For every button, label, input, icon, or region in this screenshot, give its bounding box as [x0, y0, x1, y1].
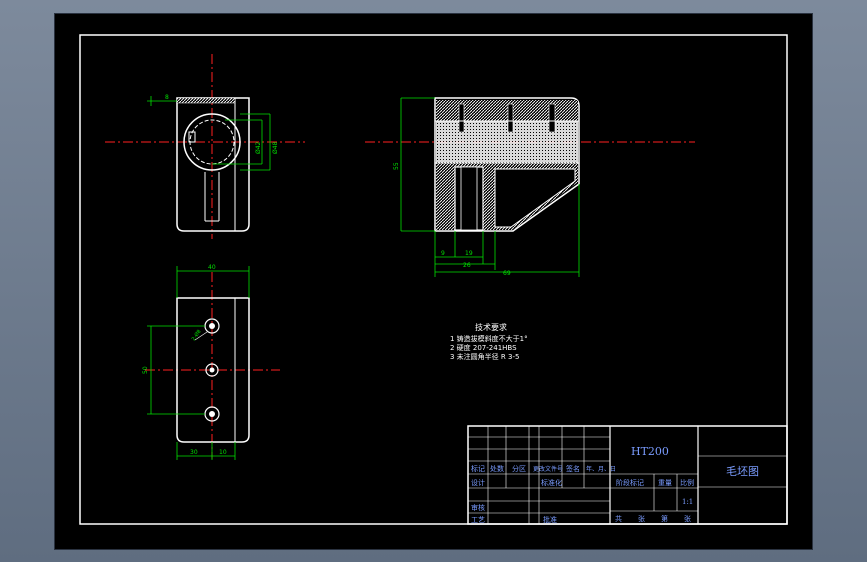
standardization-label: 标准化 — [541, 478, 562, 487]
dim-bore-b: Ø48 — [272, 141, 279, 154]
tech-notes-heading: 技术要求 — [475, 322, 507, 332]
outer-frame — [79, 34, 788, 525]
dim-right-offset: 10 — [219, 449, 227, 456]
drawing-canvas: 8 Ø42 Ø48 55 9 19 26 69 40 50 30 10 2-Ø8… — [79, 34, 788, 525]
dim-side-d1: 9 — [441, 250, 445, 257]
bottom-view: 40 50 30 10 2-Ø8 — [142, 264, 280, 460]
dim-bottom-width: 40 — [208, 264, 216, 271]
tech-note-2: 2 硬度 207-241HBS — [450, 343, 517, 352]
tech-note-3: 3 未注圆角半径 R 3-5 — [450, 352, 519, 361]
dim-side-height: 55 — [393, 162, 400, 170]
drawing-name: 毛坯图 — [726, 465, 759, 478]
hdr-mark: 标记 — [471, 464, 485, 473]
scale-value: 1:1 — [682, 498, 693, 506]
hdr-zone: 分区 — [512, 464, 526, 473]
hdr-change-doc: 更改文件号 — [533, 465, 563, 473]
dim-hole-spacing: 50 — [142, 366, 149, 374]
sheet-no: 第 — [661, 514, 668, 523]
dim-small-width: 8 — [165, 94, 169, 101]
scale-label: 比例 — [680, 478, 694, 487]
top-left-view: 8 Ø42 Ø48 — [105, 54, 305, 239]
sheet-unit-1: 张 — [638, 514, 645, 523]
cad-viewport[interactable]: 8 Ø42 Ø48 55 9 19 26 69 40 50 30 10 2-Ø8… — [55, 14, 812, 549]
tech-notes: 技术要求 1 铸造拔模斜度不大于1° 2 硬度 207-241HBS 3 未注圆… — [450, 322, 528, 361]
dim-hole-label: 2-Ø8 — [190, 328, 203, 342]
dim-left-offset: 30 — [190, 449, 198, 456]
hdr-count: 处数 — [490, 464, 504, 473]
side-section-view: 55 9 19 26 69 — [365, 97, 695, 277]
stage-mark-label: 阶段标记 — [616, 478, 644, 487]
material-label: HT200 — [631, 445, 669, 458]
dim-bore-a: Ø42 — [255, 141, 262, 154]
dim-side-d3: 26 — [463, 262, 471, 269]
row-design: 设计 — [471, 478, 485, 487]
row-process: 工艺 — [471, 516, 485, 524]
weight-label: 重量 — [658, 479, 672, 487]
sheet-total: 共 — [615, 514, 622, 523]
hdr-date: 年、月、日 — [586, 465, 616, 473]
tech-note-1: 1 铸造拔模斜度不大于1° — [450, 334, 528, 343]
dim-side-overall: 69 — [503, 270, 511, 277]
dim-side-d2: 19 — [465, 250, 473, 257]
approval-label: 批准 — [543, 515, 557, 524]
sheet-unit-2: 张 — [684, 514, 691, 523]
row-review: 审核 — [471, 503, 485, 512]
hdr-sign: 签名 — [566, 464, 580, 473]
